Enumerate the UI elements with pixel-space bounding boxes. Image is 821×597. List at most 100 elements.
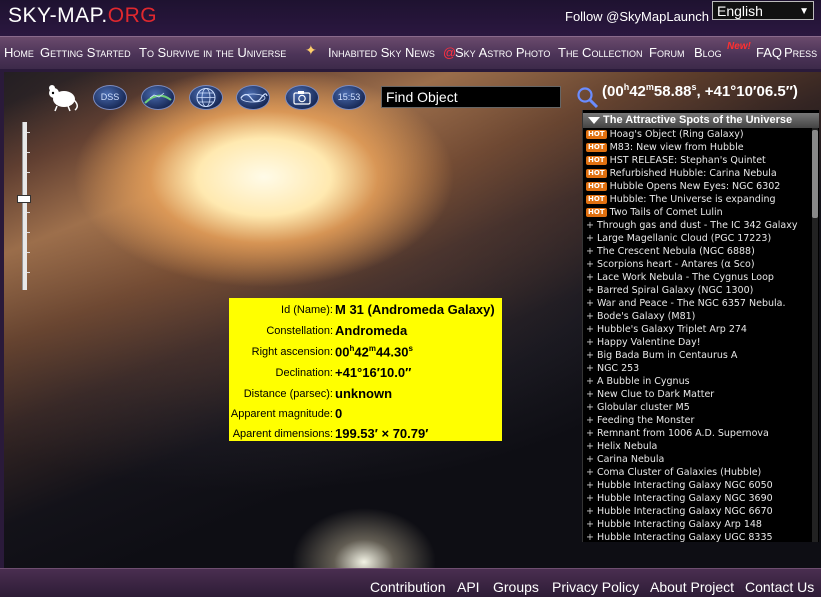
coords-ra-minutes: 42 — [629, 83, 646, 100]
spot-list-item[interactable]: + Remnant from 1006 A.D. Supernova — [583, 427, 811, 440]
site-logo[interactable]: SKY-MAP.ORG — [8, 4, 157, 28]
find-object-placeholder: Find Object — [386, 89, 458, 105]
spot-list-item[interactable]: + Coma Cluster of Galaxies (Hubble) — [583, 466, 811, 479]
info-row-ra: Right ascension: 00h42m44.30s — [229, 342, 502, 362]
dss-button[interactable]: DSS — [93, 85, 127, 110]
sky-map-view[interactable]: DSS 15:53 Find Object (00h42m58.88s, +41… — [4, 72, 821, 568]
nav-press[interactable]: Press — [784, 45, 817, 60]
spot-label: HST RELEASE: Stephan's Quintet — [609, 155, 766, 166]
panel-header[interactable]: The Attractive Spots of the Universe — [583, 113, 819, 128]
spot-list-item[interactable]: + Through gas and dust - The IC 342 Galax… — [583, 219, 811, 232]
spot-list-item[interactable]: + Happy Valentine Day! — [583, 336, 811, 349]
info-id-label: Id (Name): — [281, 304, 333, 316]
mouse-mode-icon[interactable] — [44, 82, 80, 112]
follow-link[interactable]: Follow @SkyMapLaunch — [565, 9, 709, 24]
plus-icon: + — [586, 454, 594, 465]
nav-forum[interactable]: Forum — [649, 45, 684, 60]
footer-privacy-policy[interactable]: Privacy Policy — [552, 579, 639, 595]
spot-list-item[interactable]: + Barred Spiral Galaxy (NGC 1300) — [583, 284, 811, 297]
spot-list-item[interactable]: + Feeding the Monster — [583, 414, 811, 427]
spot-list-item[interactable]: + Hubble's Galaxy Triplet Arp 274 — [583, 323, 811, 336]
language-select[interactable]: English ▼ — [712, 1, 814, 20]
spot-list-item[interactable]: + The Crescent Nebula (NGC 6888) — [583, 245, 811, 258]
spot-list-item[interactable]: + Carina Nebula — [583, 453, 811, 466]
nav-faq[interactable]: FAQ — [756, 45, 782, 60]
scrollbar-thumb[interactable] — [812, 130, 818, 218]
nav-collection[interactable]: The Collection — [558, 45, 642, 60]
collapse-triangle-icon[interactable] — [588, 117, 600, 124]
info-row-declination: Declination: +41°16′10.0″ — [229, 363, 502, 383]
nav-inhabited-sky-news[interactable]: Inhabited Sky News — [328, 45, 435, 60]
grid-globe-icon[interactable] — [189, 85, 223, 110]
info-dimensions-label: Aparent dimensions: — [232, 428, 333, 440]
spot-list-item[interactable]: HOT Hubble: The Universe is expanding — [583, 193, 811, 206]
footer-groups[interactable]: Groups — [493, 579, 539, 595]
spots-list: HOT Hoag's Object (Ring Galaxy) HOT M83: Ne… — [583, 128, 811, 542]
plus-icon: + — [586, 337, 594, 348]
spot-list-item[interactable]: HOT HST RELEASE: Stephan's Quintet — [583, 154, 811, 167]
spot-list-item[interactable]: + Big Bada Bum in Centaurus A — [583, 349, 811, 362]
constellation-icon[interactable] — [141, 85, 175, 110]
spot-list-item[interactable]: + NGC 253 — [583, 362, 811, 375]
nav-home[interactable]: Home — [4, 45, 34, 60]
spot-list-item[interactable]: + Lace Work Nebula - The Cygnus Loop — [583, 271, 811, 284]
plus-icon: + — [586, 350, 594, 361]
spot-label: Hubble Interacting Galaxy Arp 148 — [596, 519, 762, 530]
spot-list-item[interactable]: HOT Hoag's Object (Ring Galaxy) — [583, 128, 811, 141]
spot-label: Bode's Galaxy (M81) — [596, 311, 696, 322]
spot-list-item[interactable]: + Scorpions heart - Antares (α Sco) — [583, 258, 811, 271]
camera-icon[interactable] — [285, 85, 319, 110]
attractive-spots-panel: The Attractive Spots of the Universe HOT… — [582, 110, 819, 542]
spot-list-item[interactable]: + Hubble Interacting Galaxy NGC 6050 — [583, 479, 811, 492]
panel-title: The Attractive Spots of the Universe — [603, 114, 793, 126]
spot-label: Large Magellanic Cloud (PGC 17223) — [596, 233, 772, 244]
search-icon[interactable] — [576, 86, 600, 110]
time-button[interactable]: 15:53 — [332, 85, 366, 110]
spot-list-item[interactable]: + War and Peace - The NGC 6357 Nebula. — [583, 297, 811, 310]
zoom-slider-handle[interactable] — [17, 195, 31, 203]
nav-sky-astro-photo[interactable]: Sky Astro Photo — [455, 45, 550, 60]
spot-list-item[interactable]: + Large Magellanic Cloud (PGC 17223) — [583, 232, 811, 245]
info-magnitude-value: 0 — [335, 406, 343, 421]
find-object-input[interactable]: Find Object — [381, 86, 561, 108]
spot-list-item[interactable]: + Hubble Interacting Galaxy Arp 148 — [583, 518, 811, 531]
zoom-slider-track[interactable] — [22, 122, 27, 290]
info-ra-seconds: 44.30 — [375, 344, 409, 360]
spot-list-item[interactable]: + New Clue to Dark Matter — [583, 388, 811, 401]
plus-icon: + — [586, 220, 594, 231]
spot-list-item[interactable]: + Hubble Interacting Galaxy NGC 6670 — [583, 505, 811, 518]
nav-getting-started[interactable]: Getting Started — [40, 45, 131, 60]
plus-icon: + — [586, 285, 594, 296]
footer-api[interactable]: API — [457, 579, 480, 595]
logo-text: SKY-MAP. — [8, 4, 108, 27]
plus-icon: + — [586, 363, 594, 374]
spot-label: Scorpions heart - Antares (α Sco) — [596, 259, 755, 270]
info-declination-label: Declination: — [275, 367, 333, 379]
spot-label: Coma Cluster of Galaxies (Hubble) — [596, 467, 762, 478]
info-distance-label: Distance (parsec): — [243, 388, 333, 400]
spot-list-item[interactable]: + Hubble Interacting Galaxy UGC 8335 — [583, 531, 811, 542]
site-header: SKY-MAP.ORG Follow @SkyMapLaunch English… — [0, 0, 821, 36]
spot-list-item[interactable]: HOT Two Tails of Comet Lulin — [583, 206, 811, 219]
footer-about-project[interactable]: About Project — [650, 579, 734, 595]
spot-list-item[interactable]: HOT Hubble Opens New Eyes: NGC 6302 — [583, 180, 811, 193]
plus-icon: + — [586, 415, 594, 426]
spot-list-item[interactable]: + A Bubble in Cygnus — [583, 375, 811, 388]
ecliptic-icon[interactable] — [236, 85, 270, 110]
spot-list-item[interactable]: HOT Refurbished Hubble: Carina Nebula — [583, 167, 811, 180]
footer-contact-us[interactable]: Contact Us — [745, 579, 814, 595]
nav-to-survive[interactable]: To Survive in the Universe — [139, 45, 286, 60]
spot-list-item[interactable]: + Bode's Galaxy (M81) — [583, 310, 811, 323]
spot-list-item[interactable]: + Hubble Interacting Galaxy NGC 3690 — [583, 492, 811, 505]
spot-label: The Crescent Nebula (NGC 6888) — [596, 246, 755, 257]
nav-blog[interactable]: Blog — [694, 45, 722, 60]
plus-icon: + — [586, 480, 594, 491]
panel-scrollbar[interactable] — [812, 128, 818, 542]
info-ra-minutes: 42 — [354, 344, 369, 360]
spot-label: Remnant from 1006 A.D. Supernova — [596, 428, 769, 439]
spot-list-item[interactable]: + Globular cluster M5 — [583, 401, 811, 414]
footer-contribution[interactable]: Contribution — [370, 579, 446, 595]
spot-list-item[interactable]: + Helix Nebula — [583, 440, 811, 453]
info-declination-value: +41°16′10.0″ — [335, 365, 412, 380]
spot-list-item[interactable]: HOT M83: New view from Hubble — [583, 141, 811, 154]
